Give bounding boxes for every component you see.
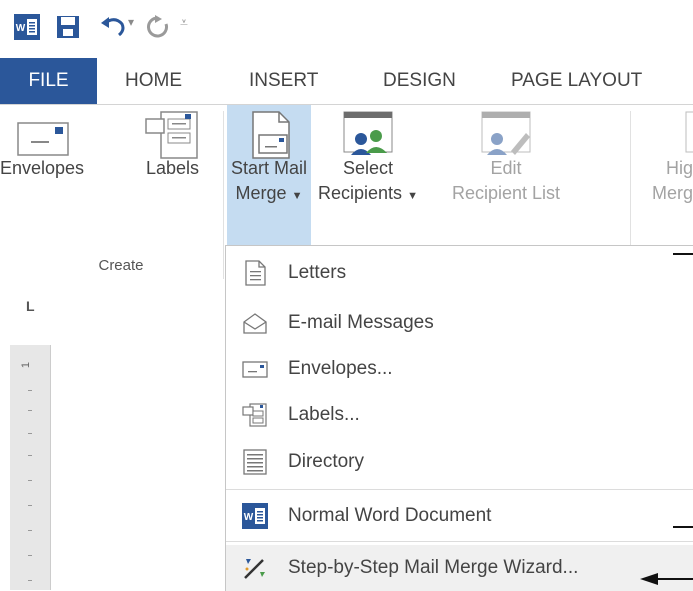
letter-document-icon (245, 260, 266, 286)
menu-item-directory[interactable]: Directory (226, 439, 693, 485)
highlight-icon (685, 111, 693, 153)
svg-text:W: W (244, 512, 254, 523)
menu-divider (226, 489, 693, 490)
start-mail-merge-label-2: Merge ▼ (235, 183, 303, 203)
start-mail-merge-label-1: Start Mail (230, 158, 308, 178)
chevron-down-icon: ▼ (291, 190, 303, 202)
ruler-tick (28, 433, 32, 434)
tab-insert[interactable]: INSERT (249, 58, 318, 104)
edit-recipient-list-label-1: Edit (490, 158, 522, 178)
tab-page-layout[interactable]: PAGE LAYOUT (511, 58, 642, 104)
select-recipients-label-1: Select (342, 158, 394, 178)
select-recipients-label-2: Recipients ▼ (318, 183, 418, 203)
select-recipients-icon (343, 111, 393, 155)
envelope-icon (17, 122, 69, 156)
highlight-label-1: Hig (665, 158, 693, 178)
wizard-icon (244, 559, 265, 579)
ruler-tick (28, 555, 32, 556)
menu-item-letters[interactable]: Letters (226, 250, 693, 296)
save-icon[interactable] (56, 15, 80, 39)
labels-label: Labels (145, 158, 200, 178)
ruler-number: 1 (20, 361, 33, 369)
menu-item-label: Step-by-Step Mail Merge Wizard... (288, 557, 579, 578)
callout-line (673, 526, 693, 528)
group-label-create: Create (98, 257, 144, 274)
envelopes-label: Envelopes (0, 158, 85, 178)
menu-item-mail-merge-wizard[interactable]: Step-by-Step Mail Merge Wizard... (226, 545, 693, 591)
menu-item-label: Envelopes... (288, 358, 393, 379)
ruler-tick (28, 410, 32, 411)
callout-line (673, 253, 693, 255)
directory-icon (243, 449, 267, 475)
tab-design[interactable]: DESIGN (383, 58, 456, 104)
email-icon (243, 313, 267, 334)
edit-recipient-list-icon (481, 111, 531, 155)
svg-text:W: W (16, 23, 26, 34)
menu-divider (226, 541, 693, 542)
menu-item-email-messages[interactable]: E-mail Messages (226, 300, 693, 346)
ribbon-tabs: FILE HOME INSERT DESIGN PAGE LAYOUT (0, 58, 693, 105)
envelope-icon (242, 361, 268, 378)
edit-recipient-list-label-2: Recipient List (451, 183, 561, 203)
ruler-tick (28, 505, 32, 506)
group-separator (630, 111, 631, 261)
undo-dropdown-icon[interactable]: ▾ (128, 15, 134, 29)
vertical-ruler: 1 (10, 345, 51, 590)
customize-toolbar-icon[interactable]: ⩡ (180, 14, 188, 31)
labels-icon (242, 403, 267, 427)
labels-button[interactable]: Labels (130, 105, 215, 282)
word-logo-icon: W (14, 14, 40, 40)
ruler-tick (28, 480, 32, 481)
callout-arrow-icon (640, 573, 693, 585)
ruler-tick (28, 530, 32, 531)
menu-item-label: Labels... (288, 404, 360, 425)
menu-item-labels[interactable]: Labels... (226, 392, 693, 438)
chevron-down-icon: ▼ (407, 190, 418, 202)
tab-home[interactable]: HOME (125, 58, 182, 104)
ruler-tick (28, 390, 32, 391)
quick-access-toolbar: W ▾ ⩡ (0, 0, 693, 58)
tab-file[interactable]: FILE (0, 58, 97, 104)
menu-item-label: Directory (288, 451, 365, 472)
word-document-icon: W (242, 503, 268, 529)
start-mail-merge-menu: Letters E-mail Messages Envelopes... Lab… (225, 245, 693, 591)
menu-item-normal-word-document[interactable]: W Normal Word Document (226, 493, 693, 539)
menu-item-envelopes[interactable]: Envelopes... (226, 346, 693, 392)
ruler-tick (28, 580, 32, 581)
tab-stop-selector[interactable]: L (26, 298, 35, 314)
ruler-tick (28, 455, 32, 456)
redo-icon[interactable] (146, 14, 170, 38)
menu-item-label: E-mail Messages (288, 312, 434, 333)
ruler-corner: L (0, 282, 224, 322)
undo-icon[interactable] (99, 14, 127, 38)
highlight-label-2: Merg (651, 183, 693, 203)
envelopes-button[interactable]: Envelopes (0, 105, 84, 282)
labels-icon (145, 111, 198, 159)
menu-item-label: Normal Word Document (288, 505, 492, 526)
start-mail-merge-icon (252, 111, 290, 159)
menu-item-label: Letters (288, 262, 347, 283)
group-separator (223, 111, 224, 279)
